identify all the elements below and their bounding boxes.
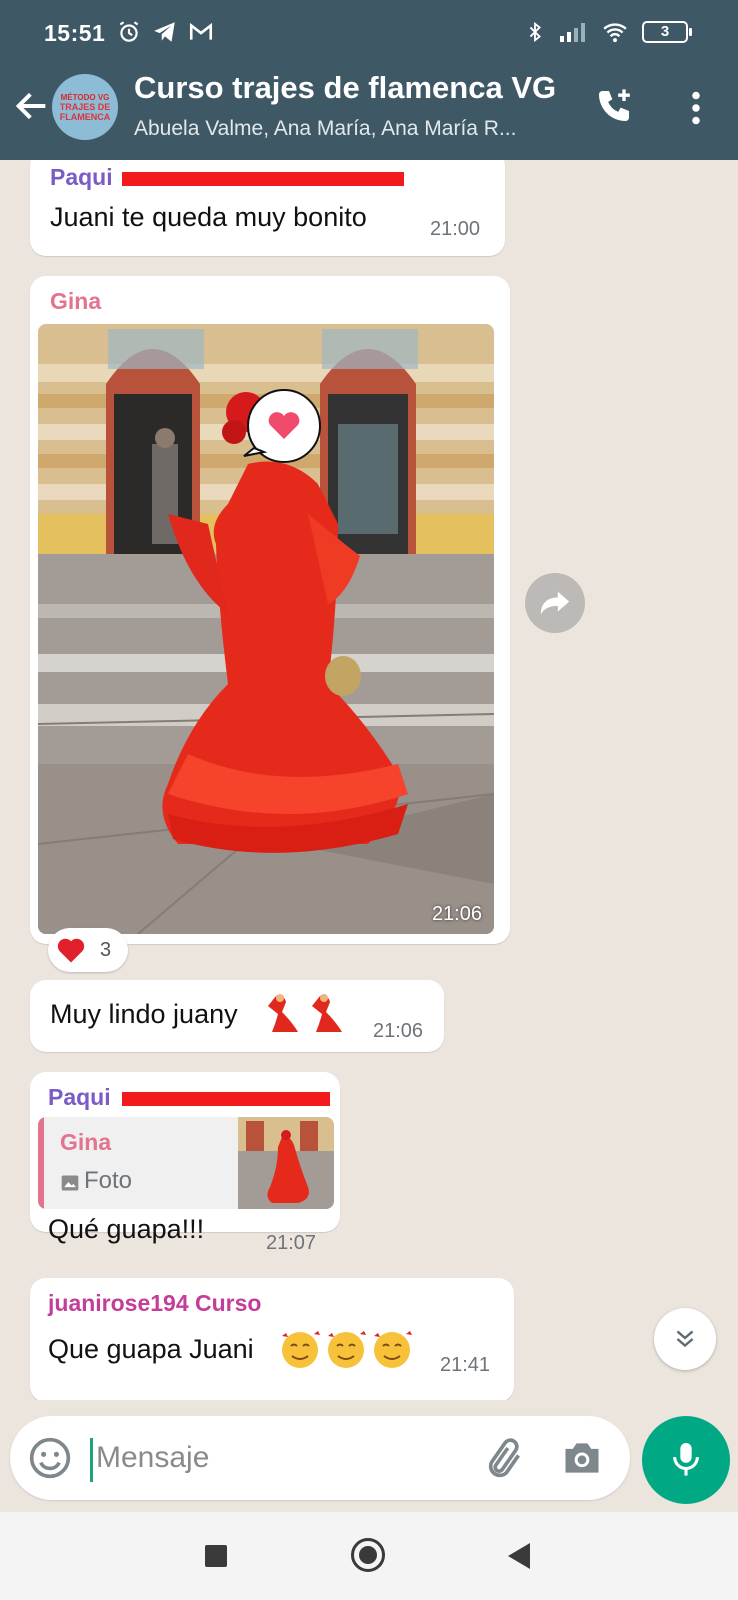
reaction-badge[interactable]: 3 bbox=[48, 928, 128, 972]
emoji-icon[interactable] bbox=[28, 1436, 72, 1480]
smiling-face-with-hearts-emoji bbox=[282, 1331, 412, 1368]
wifi-icon bbox=[603, 23, 627, 43]
more-options-icon[interactable] bbox=[680, 88, 712, 128]
chat-header: MÉTODO VG TRAJES DE FLAMENCA Curso traje… bbox=[0, 68, 738, 160]
message-bubble[interactable]: juanirose194 Curso Que guapa Juani 21:41 bbox=[30, 1278, 514, 1400]
forward-arrow-icon bbox=[540, 591, 570, 615]
telegram-icon bbox=[154, 22, 175, 42]
android-nav-bar bbox=[0, 1512, 738, 1600]
back-arrow-icon[interactable] bbox=[12, 86, 52, 126]
message-time: 21:07 bbox=[266, 1232, 317, 1254]
forward-button[interactable] bbox=[525, 573, 585, 633]
avatar-text-line: FLAMENCA bbox=[59, 111, 111, 122]
message-bubble[interactable]: Paqui Juani te queda muy bonito 21:00 bbox=[30, 160, 505, 256]
message-bubble[interactable]: Muy lindo juany 21:06 bbox=[30, 980, 444, 1052]
redaction-mark bbox=[122, 172, 404, 186]
message-bubble[interactable]: Paqui Gina Foto Qué guapa!!! 21:07 bbox=[30, 1072, 340, 1254]
message-sender: Paqui bbox=[48, 1084, 111, 1110]
recents-button[interactable] bbox=[205, 1545, 227, 1567]
bluetooth-icon bbox=[529, 21, 541, 43]
message-text: Muy lindo juany bbox=[50, 999, 238, 1029]
message-time: 21:00 bbox=[430, 218, 481, 240]
quote-bar bbox=[38, 1117, 44, 1209]
avatar-text-line: TRAJES DE bbox=[59, 101, 111, 112]
message-time: 21:41 bbox=[440, 1354, 491, 1376]
attach-icon[interactable] bbox=[482, 1436, 526, 1480]
nav-back-button[interactable] bbox=[508, 1543, 530, 1569]
message-composer bbox=[10, 1416, 630, 1500]
redaction-mark bbox=[122, 1092, 330, 1106]
message-bubble-photo[interactable]: Gina 21:06 bbox=[30, 276, 510, 944]
message-text: Juani te queda muy bonito bbox=[50, 202, 367, 232]
heart-icon bbox=[57, 938, 85, 963]
quoted-photo-thumbnail bbox=[238, 1117, 334, 1209]
photo-time: 21:06 bbox=[431, 903, 482, 925]
battery-icon: 3 bbox=[642, 21, 692, 43]
photo-icon bbox=[61, 1175, 79, 1191]
avatar-text-line: MÉTODO VG bbox=[60, 92, 110, 102]
text-cursor bbox=[90, 1438, 93, 1482]
chat-participants[interactable]: Abuela Valme, Ana María, Ana María R... bbox=[134, 117, 516, 141]
flamenco-dress-photo bbox=[38, 324, 494, 934]
message-sender: Paqui bbox=[50, 164, 113, 190]
quoted-message[interactable]: Gina Foto bbox=[38, 1117, 334, 1209]
home-button[interactable] bbox=[351, 1538, 385, 1572]
message-text: Qué guapa!!! bbox=[48, 1214, 205, 1244]
message-list[interactable]: Paqui Juani te queda muy bonito 21:00 Gi… bbox=[0, 160, 738, 1400]
quoted-label: Foto bbox=[84, 1167, 133, 1194]
message-input[interactable] bbox=[96, 1434, 456, 1482]
notification-icons bbox=[116, 19, 214, 45]
microphone-icon bbox=[673, 1443, 699, 1476]
message-sender: Gina bbox=[50, 288, 102, 314]
status-bar: 15:51 3 bbox=[0, 0, 738, 68]
status-time: 15:51 bbox=[44, 20, 106, 46]
gmail-icon bbox=[189, 22, 213, 40]
shared-photo[interactable]: 21:06 bbox=[38, 324, 494, 934]
app-header-bar: 15:51 3 MÉTODO VG TRAJES DE FLAMENCA Cur… bbox=[0, 0, 738, 160]
system-icons: 3 bbox=[524, 19, 692, 45]
quoted-sender: Gina bbox=[60, 1129, 112, 1155]
scroll-to-bottom-button[interactable] bbox=[654, 1308, 716, 1370]
flamenco-dancer-emoji bbox=[268, 994, 342, 1032]
message-text: Que guapa Juani bbox=[48, 1334, 254, 1364]
signal-icon bbox=[560, 23, 585, 42]
camera-icon[interactable] bbox=[560, 1436, 604, 1480]
voice-record-button[interactable] bbox=[642, 1416, 730, 1504]
message-time: 21:06 bbox=[373, 1020, 424, 1042]
group-avatar[interactable]: MÉTODO VG TRAJES DE FLAMENCA bbox=[52, 74, 118, 140]
add-call-icon[interactable] bbox=[594, 86, 634, 126]
alarm-icon bbox=[119, 21, 139, 42]
chat-title[interactable]: Curso trajes de flamenca VG bbox=[134, 70, 556, 106]
reaction-count: 3 bbox=[100, 938, 112, 961]
message-sender: juanirose194 Curso bbox=[48, 1290, 262, 1316]
double-chevron-down-icon bbox=[676, 1330, 694, 1348]
